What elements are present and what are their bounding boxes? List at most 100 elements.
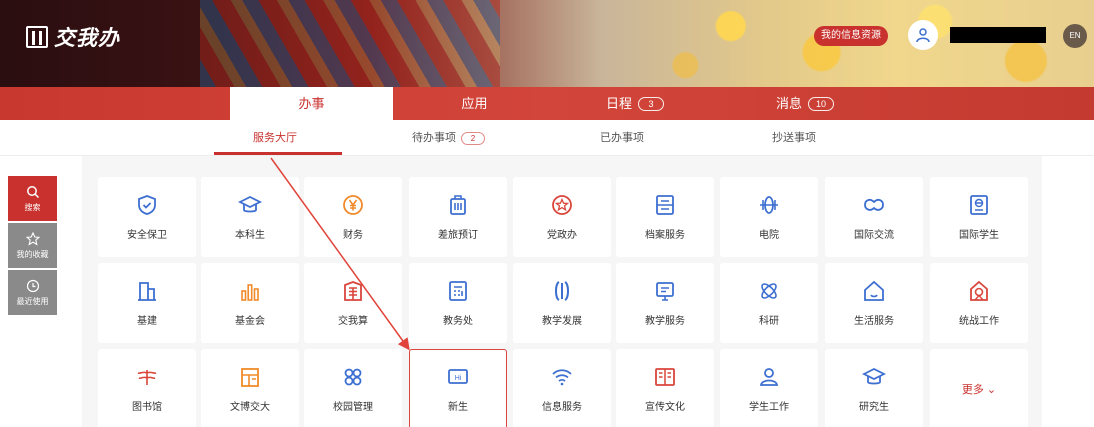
tab-messages[interactable]: 消息 10	[740, 87, 870, 120]
todo-count-badge: 2	[461, 131, 485, 145]
username-redacted	[950, 27, 1046, 43]
service-tile-label: 文博交大	[230, 402, 270, 413]
museum-icon	[238, 365, 262, 389]
shield-icon	[135, 193, 159, 217]
tab-label: 日程	[605, 96, 632, 111]
avatar[interactable]	[908, 20, 938, 50]
service-tile[interactable]: 财务	[304, 177, 402, 257]
bar-chart-icon	[238, 279, 262, 303]
calculator-icon	[446, 279, 470, 303]
service-tile-label: 基建	[137, 316, 157, 327]
service-tile-label: 交我算	[338, 316, 368, 327]
service-tile[interactable]: 教务处	[409, 263, 507, 343]
service-tile[interactable]: 基金会	[201, 263, 299, 343]
service-tile[interactable]: 学生工作	[720, 349, 818, 427]
board-icon	[653, 279, 677, 303]
rail-favorites[interactable]: 我的收藏	[8, 223, 57, 268]
service-tile[interactable]: 本科生	[201, 177, 299, 257]
app-logo[interactable]: 交我办	[26, 22, 120, 52]
service-tile-label: 基金会	[235, 316, 265, 327]
tab-label: 办事	[298, 96, 325, 111]
service-tile[interactable]: 文博交大	[201, 349, 299, 427]
service-tile-label: 教务处	[443, 316, 473, 327]
service-tile-label: 信息服务	[542, 402, 582, 413]
rail-search[interactable]: 搜索	[8, 176, 57, 221]
service-tile[interactable]: 宣传文化	[616, 349, 714, 427]
service-tile-label: 本科生	[235, 230, 265, 241]
service-tile[interactable]: 生活服务	[825, 263, 923, 343]
subtab-service-hall[interactable]: 服务大厅	[253, 120, 297, 156]
tab-schedule[interactable]: 日程 3	[570, 87, 700, 120]
service-tile-label: 科研	[759, 316, 779, 327]
service-tile-label: 国际学生	[959, 230, 999, 241]
service-tile[interactable]: 统战工作	[930, 263, 1028, 343]
service-tile[interactable]: 科研	[720, 263, 818, 343]
subtab-label: 已办事项	[600, 132, 644, 144]
service-tile[interactable]: 信息服务	[513, 349, 611, 427]
service-tile[interactable]: 国际交流	[825, 177, 923, 257]
service-tile-label: 图书馆	[132, 402, 162, 413]
service-tile[interactable]: 图书馆	[98, 349, 196, 427]
service-tile-label: 研究生	[859, 402, 889, 413]
archive-icon	[653, 193, 677, 217]
my-info-resources-button[interactable]: 我的信息资源	[814, 26, 888, 46]
united-icon	[967, 279, 991, 303]
service-tile[interactable]: 电院	[720, 177, 818, 257]
more-button[interactable]: 更多 ⌄	[930, 349, 1028, 427]
main-nav: 办事 应用 日程 3 消息 10	[0, 87, 1094, 120]
service-tile[interactable]: 教学服务	[616, 263, 714, 343]
subtab-active-underline	[214, 152, 342, 155]
banner-gate-image	[200, 0, 500, 87]
pillar-icon	[550, 279, 574, 303]
tab-affairs[interactable]: 办事	[230, 87, 393, 120]
service-tile[interactable]: 安全保卫	[98, 177, 196, 257]
messages-count-badge: 10	[808, 96, 834, 111]
left-rail: 搜索 我的收藏 最近使用	[8, 176, 57, 317]
home-icon	[862, 279, 886, 303]
service-tile-label: 校园管理	[333, 402, 373, 413]
subtab-label: 抄送事项	[772, 132, 816, 144]
svg-text:Hi: Hi	[455, 375, 462, 382]
graduation-cap-icon	[862, 365, 886, 389]
rail-recent[interactable]: 最近使用	[8, 270, 57, 315]
language-toggle-button[interactable]: EN	[1063, 24, 1087, 48]
subtab-done[interactable]: 已办事项	[600, 120, 644, 156]
user-avatar-icon	[916, 28, 930, 43]
logo-text: 交我办	[54, 27, 120, 50]
tab-label: 消息	[775, 96, 802, 111]
service-tile[interactable]: 差旅预订	[409, 177, 507, 257]
rail-label: 搜索	[24, 202, 41, 212]
service-tile-label: 党政办	[547, 230, 577, 241]
wifi-icon	[550, 365, 574, 389]
service-tile[interactable]: 档案服务	[616, 177, 714, 257]
subtab-todo[interactable]: 待办事项 2	[412, 120, 485, 156]
service-tile-label: 差旅预订	[438, 230, 478, 241]
sub-nav: 服务大厅 待办事项 2 已办事项 抄送事项	[0, 120, 1094, 156]
service-tile[interactable]: 教学发展	[513, 263, 611, 343]
grid-icon	[341, 365, 365, 389]
compute-icon	[341, 279, 365, 303]
yen-icon	[341, 193, 365, 217]
more-label: 更多	[961, 384, 984, 396]
party-star-icon	[550, 193, 574, 217]
service-tile[interactable]: 党政办	[513, 177, 611, 257]
subtab-cc[interactable]: 抄送事项	[772, 120, 816, 156]
rail-label: 我的收藏	[16, 249, 49, 259]
service-tile[interactable]: 国际学生	[930, 177, 1028, 257]
service-tile[interactable]: 交我算	[304, 263, 402, 343]
chip-icon	[757, 193, 781, 217]
service-tile[interactable]: Hi 新生	[409, 349, 507, 427]
more-content: 更多 ⌄	[962, 380, 996, 398]
recent-icon	[26, 279, 39, 292]
service-tile-label: 生活服务	[854, 316, 894, 327]
service-tile-label: 教学发展	[542, 316, 582, 327]
tab-apps[interactable]: 应用	[393, 87, 556, 120]
service-tile[interactable]: 研究生	[825, 349, 923, 427]
tab-label: 应用	[461, 96, 488, 111]
graduation-cap-icon	[238, 193, 262, 217]
service-tile-label: 电院	[759, 230, 779, 241]
service-tile[interactable]: 校园管理	[304, 349, 402, 427]
service-tile[interactable]: 基建	[98, 263, 196, 343]
hi-icon: Hi	[446, 365, 470, 389]
atom-icon	[757, 279, 781, 303]
